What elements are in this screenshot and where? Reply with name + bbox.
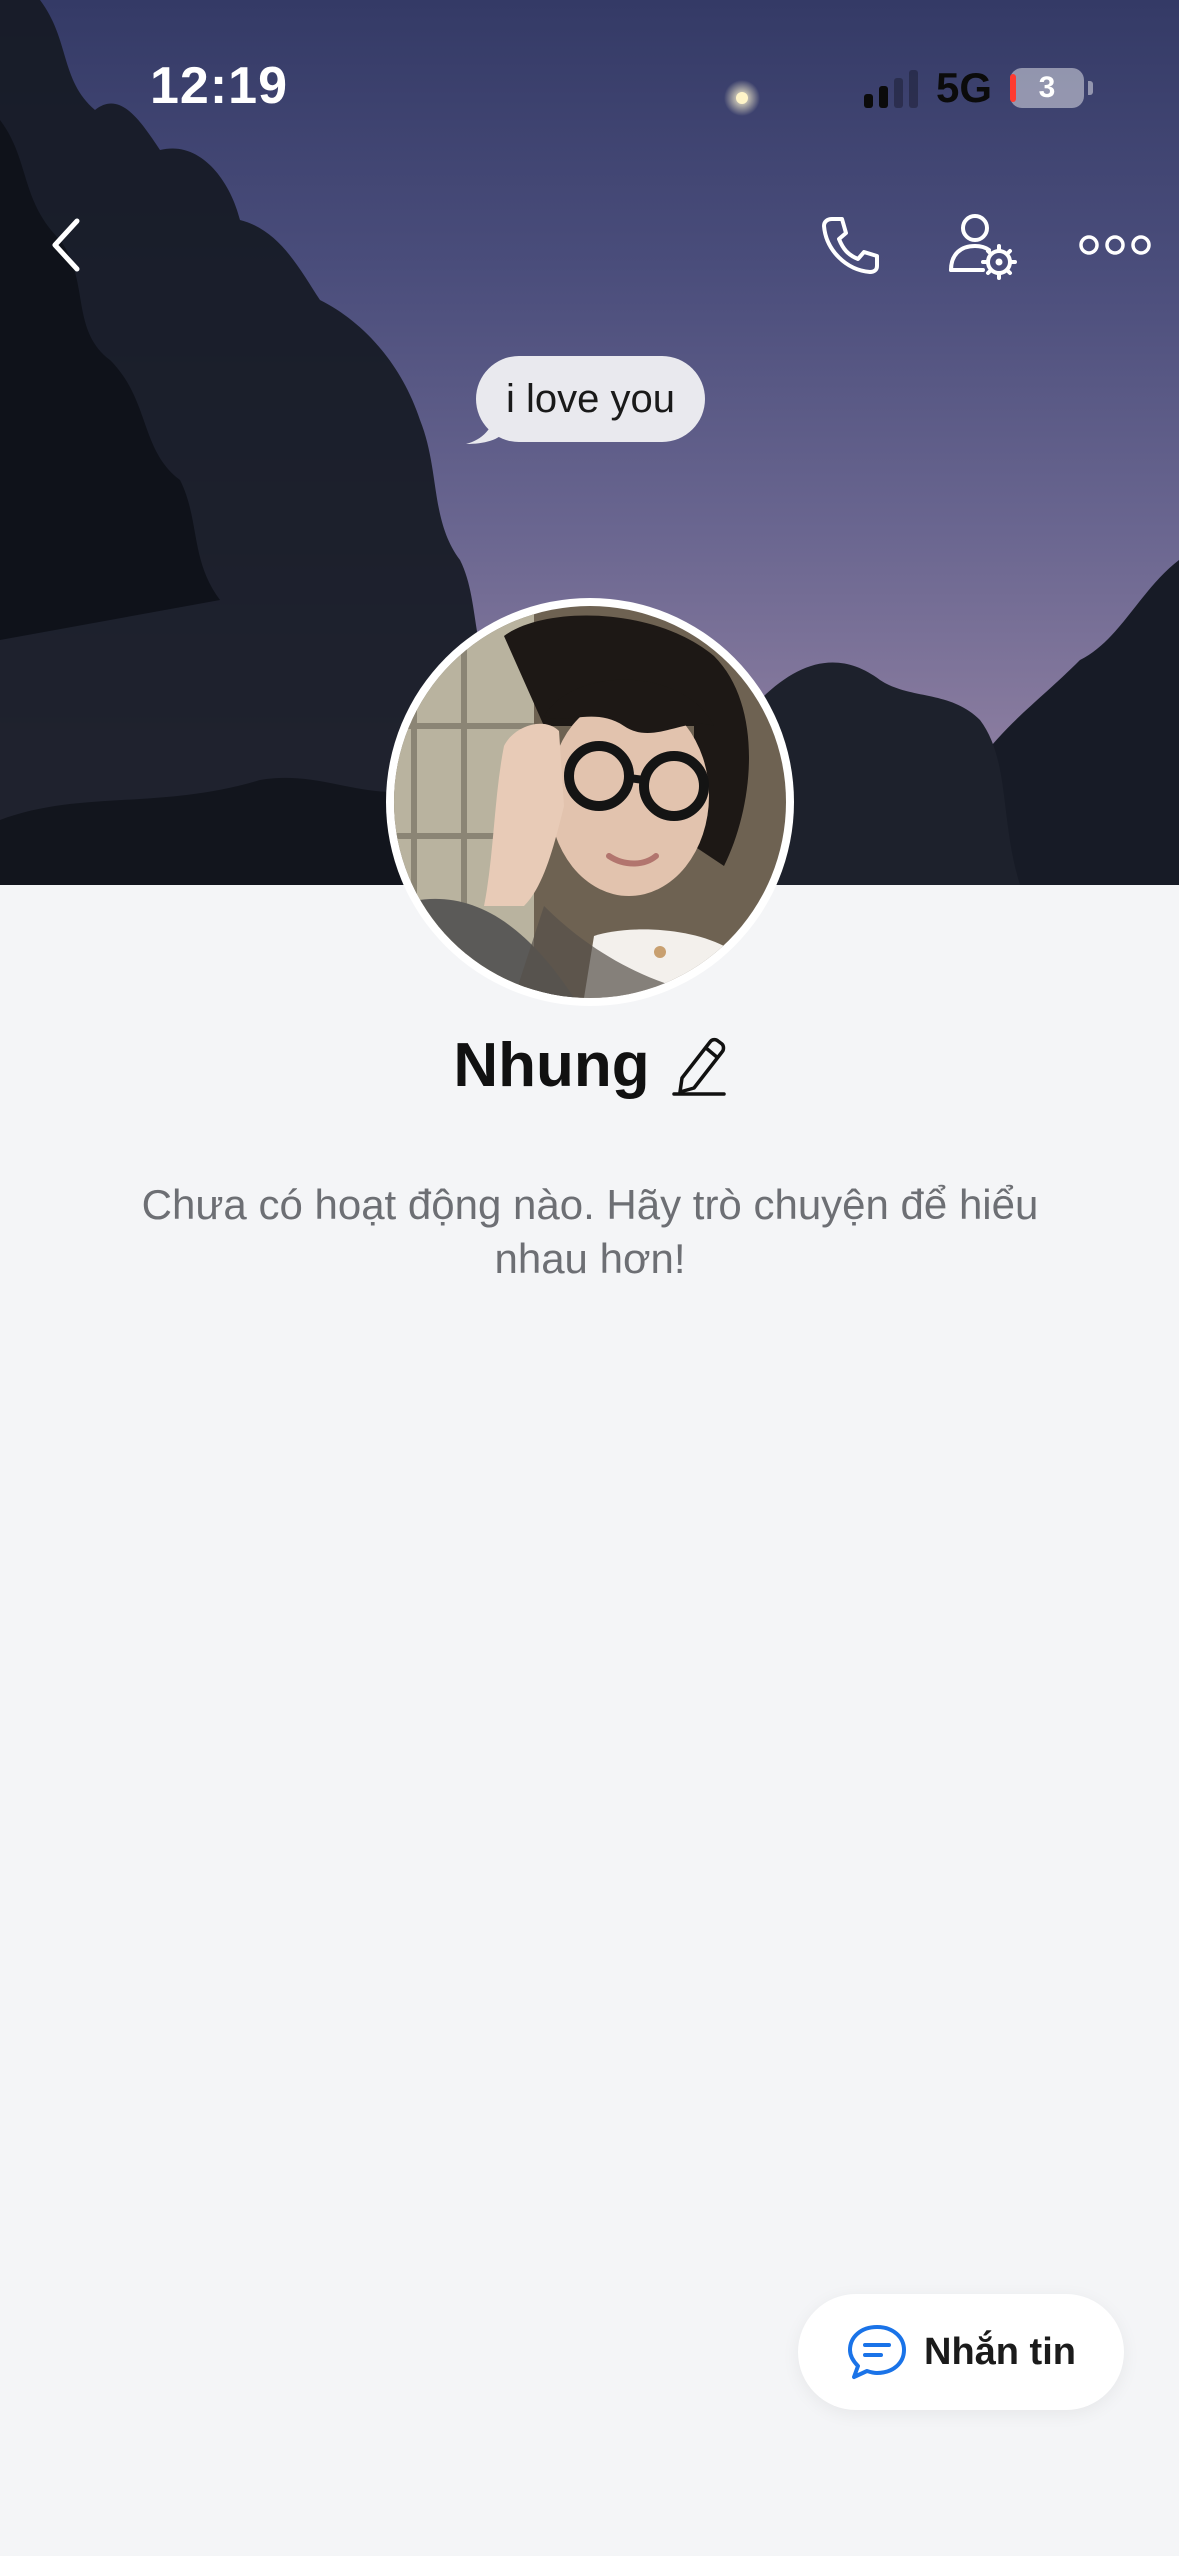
back-icon bbox=[52, 218, 80, 272]
phone-icon bbox=[822, 217, 879, 274]
edit-name-button[interactable] bbox=[671, 1036, 726, 1096]
avatar-photo bbox=[394, 606, 786, 998]
back-button[interactable] bbox=[30, 205, 100, 285]
call-button[interactable] bbox=[810, 205, 890, 285]
signal-icon bbox=[863, 68, 918, 108]
more-icon bbox=[1079, 235, 1151, 255]
battery-icon: 3 bbox=[1010, 68, 1093, 108]
chat-bubble-icon bbox=[848, 2325, 906, 2379]
user-settings-icon bbox=[949, 214, 1017, 280]
profile-name: Nhung bbox=[453, 1031, 650, 1100]
network-type: 5G bbox=[935, 64, 992, 111]
profile-name-row: Nhung bbox=[0, 1030, 1179, 1101]
profile-settings-button[interactable] bbox=[942, 205, 1022, 285]
status-indicators: 5G 3 bbox=[863, 64, 1093, 112]
avatar[interactable] bbox=[386, 598, 794, 1006]
battery-level: 3 bbox=[1038, 71, 1056, 104]
empty-activity-text: Chưa có hoạt động nào. Hãy trò chuyện để… bbox=[141, 1181, 1039, 1282]
status-time: 12:19 bbox=[150, 57, 288, 115]
pencil-icon bbox=[671, 1037, 726, 1096]
send-message-button[interactable]: Nhắn tin bbox=[798, 2294, 1124, 2410]
send-message-label: Nhắn tin bbox=[924, 2330, 1076, 2373]
cover-message-bubble: i love you bbox=[476, 356, 705, 442]
avatar-portrait bbox=[394, 606, 786, 998]
more-button[interactable] bbox=[1075, 205, 1155, 285]
